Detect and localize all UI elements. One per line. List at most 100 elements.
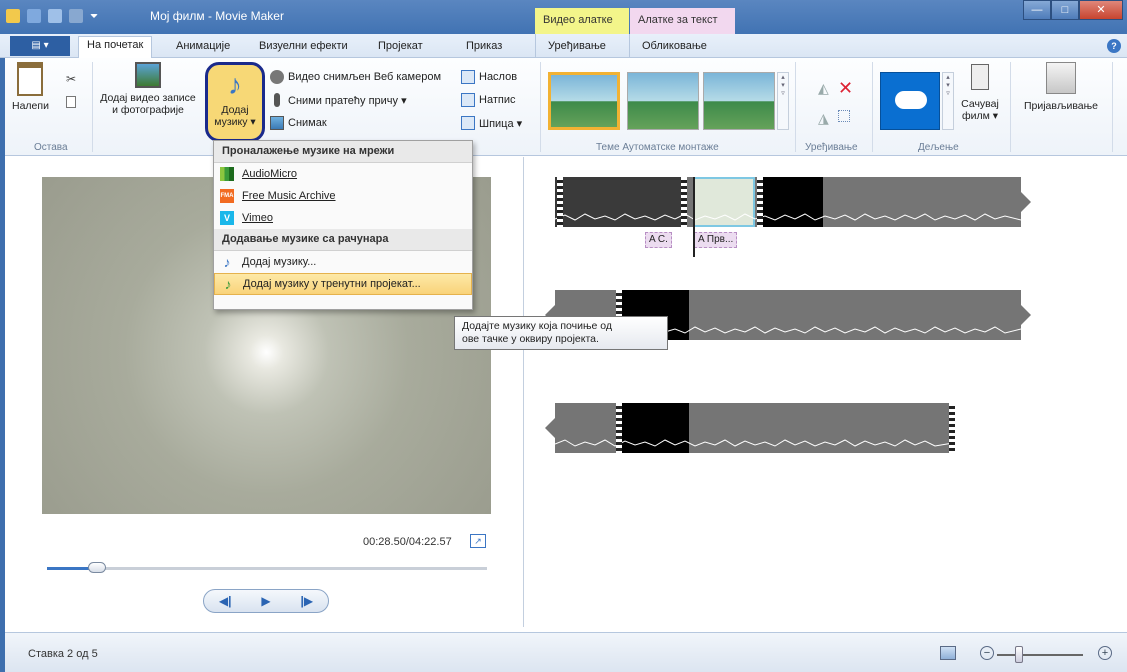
auto-movie-theme-1[interactable]	[548, 72, 620, 130]
group-label-sharing: Дељење	[918, 142, 959, 153]
add-videos-label-1: Додај видео записе	[100, 92, 196, 104]
zoom-slider-thumb[interactable]	[1015, 646, 1023, 663]
minimize-button[interactable]: —	[1023, 0, 1051, 20]
playback-controls: ◀| ▶ |▶	[203, 589, 329, 613]
maximize-button[interactable]: □	[1051, 0, 1079, 20]
storyboard-clip-row-3[interactable]	[555, 403, 953, 453]
auto-movie-theme-3[interactable]	[703, 72, 775, 130]
add-music-label-2: музику ▾	[214, 116, 256, 128]
storyboard	[525, 157, 1127, 627]
title-button[interactable]: Наслов	[461, 70, 517, 84]
snapshot-icon	[270, 116, 284, 130]
tooltip-line-2: ове тачке у оквиру пројекта.	[462, 333, 599, 345]
remove-icon[interactable]: ✕	[838, 78, 853, 99]
zoom-out-button[interactable]: −	[980, 646, 994, 660]
save-movie-button[interactable]: Сачувај филм ▾	[958, 62, 1002, 122]
copy-icon[interactable]	[66, 96, 76, 108]
sharing-gallery-scroll[interactable]: ▴ ▾ ▿	[942, 72, 954, 130]
add-music-button[interactable]: ♪ Додај музику ▾	[205, 62, 265, 142]
tab-edit[interactable]: Уређивање	[540, 38, 614, 54]
tab-separator	[629, 34, 630, 58]
menu-header-online: Проналажење музике на мрежи	[214, 141, 472, 163]
credits-icon	[461, 116, 475, 130]
file-menu-button[interactable]: ▤ ▾	[10, 36, 70, 56]
tab-view[interactable]: Приказ	[458, 38, 510, 54]
title-label: Наслов	[479, 71, 518, 83]
music-note-icon: ♪	[223, 254, 231, 270]
seek-bar[interactable]	[47, 567, 487, 570]
sign-in-button[interactable]: Пријављивање	[1016, 62, 1106, 112]
rotate-left-icon[interactable]: ◭	[818, 80, 829, 97]
caption-button[interactable]: Натпис	[461, 93, 515, 107]
group-separator	[1010, 62, 1011, 152]
music-note-icon: ♪	[228, 69, 242, 100]
playhead[interactable]	[693, 177, 695, 257]
context-tab-text-tools: Алатке за текст	[630, 8, 735, 34]
group-separator	[795, 62, 796, 152]
add-videos-photos-button[interactable]: Додај видео записе и фотографије	[98, 62, 198, 116]
storyboard-clip-row-1[interactable]	[555, 177, 1021, 227]
menu-item-add-music-at-current-point[interactable]: ♪ Додај музику у тренутни пројекат...	[214, 273, 472, 295]
film-perforation	[949, 403, 955, 453]
caption-icon	[461, 93, 475, 107]
paste-button[interactable]: Налепи	[12, 62, 49, 112]
onedrive-share-icon[interactable]	[880, 72, 940, 130]
group-label-themes: Теме Аутоматске монтаже	[596, 142, 719, 153]
webcam-label: Видео снимљен Веб камером	[288, 71, 442, 83]
tab-animations[interactable]: Анимације	[168, 38, 238, 54]
webcam-icon	[270, 70, 284, 84]
zoom-slider[interactable]	[997, 654, 1083, 656]
ribbon-tab-row: ▤ ▾ На почетак Анимације Визуелни ефекти…	[0, 34, 1127, 59]
menu-item-label: Free Music Archive	[242, 190, 336, 202]
tab-separator	[535, 34, 536, 58]
record-narration-button[interactable]: Сними пратећу причу ▾	[270, 93, 407, 107]
caption-clip-2[interactable]: A Прв...	[694, 232, 738, 248]
cloud-icon	[895, 91, 927, 109]
audiomicro-icon	[220, 167, 234, 181]
webcam-video-button[interactable]: Видео снимљен Веб камером	[270, 70, 441, 84]
previous-frame-button[interactable]: ◀|	[219, 594, 232, 608]
storyboard-view-icon[interactable]	[940, 646, 956, 660]
app-icon[interactable]	[6, 9, 20, 23]
add-videos-label-2: и фотографије	[112, 104, 184, 116]
tab-project[interactable]: Пројекат	[370, 38, 431, 54]
caption-clip-1[interactable]: A C.	[645, 232, 672, 248]
zoom-in-button[interactable]: +	[1098, 646, 1112, 660]
microphone-icon	[274, 93, 280, 107]
cut-icon[interactable]: ✂	[66, 72, 76, 86]
audio-waveform	[555, 213, 1021, 221]
credits-label: Шпица ▾	[479, 117, 523, 130]
save-icon[interactable]	[27, 9, 41, 23]
add-music-dropdown-menu: Проналажење музике на мрежи AudioMicro F…	[213, 140, 473, 310]
fullscreen-icon[interactable]: ↗	[470, 534, 486, 548]
row-continues-arrow	[1021, 192, 1031, 212]
undo-icon[interactable]	[48, 9, 62, 23]
title-bar: Мој филм - Movie Maker Видео алатке Алат…	[0, 0, 1127, 34]
menu-item-audiomicro[interactable]: AudioMicro	[214, 163, 472, 185]
menu-item-add-music[interactable]: ♪ Додај музику...	[214, 251, 472, 273]
menu-item-free-music-archive[interactable]: FMA Free Music Archive	[214, 185, 472, 207]
tab-format[interactable]: Обликовање	[634, 38, 715, 54]
help-icon[interactable]: ?	[1107, 39, 1121, 53]
tooltip-line-1: Додајте музику која почиње од	[462, 320, 613, 332]
menu-header-pc: Додавање музике са рачунара	[214, 229, 472, 251]
seek-thumb[interactable]	[88, 562, 106, 573]
group-label-clipboard: Остава	[34, 142, 68, 153]
status-item-count: Ставка 2 од 5	[28, 648, 98, 660]
qat-dropdown-icon[interactable]	[90, 14, 98, 18]
tab-visual-effects[interactable]: Визуелни ефекти	[251, 38, 356, 54]
menu-item-label: Додај музику у тренутни пројекат...	[243, 278, 421, 290]
credits-button[interactable]: Шпица ▾	[461, 116, 522, 130]
rotate-right-icon[interactable]: ◮	[818, 110, 829, 127]
close-button[interactable]: ✕	[1079, 0, 1123, 20]
select-all-icon[interactable]	[838, 110, 850, 122]
menu-item-vimeo[interactable]: V Vimeo	[214, 207, 472, 229]
themes-gallery-scroll[interactable]: ▴ ▾ ▿	[777, 72, 789, 130]
snapshot-button[interactable]: Снимак	[270, 116, 327, 130]
group-separator	[540, 62, 541, 152]
auto-movie-theme-2[interactable]	[627, 72, 699, 130]
next-frame-button[interactable]: |▶	[300, 594, 313, 608]
redo-icon[interactable]	[69, 9, 83, 23]
tab-home[interactable]: На почетак	[78, 36, 153, 59]
play-button[interactable]: ▶	[261, 594, 270, 608]
